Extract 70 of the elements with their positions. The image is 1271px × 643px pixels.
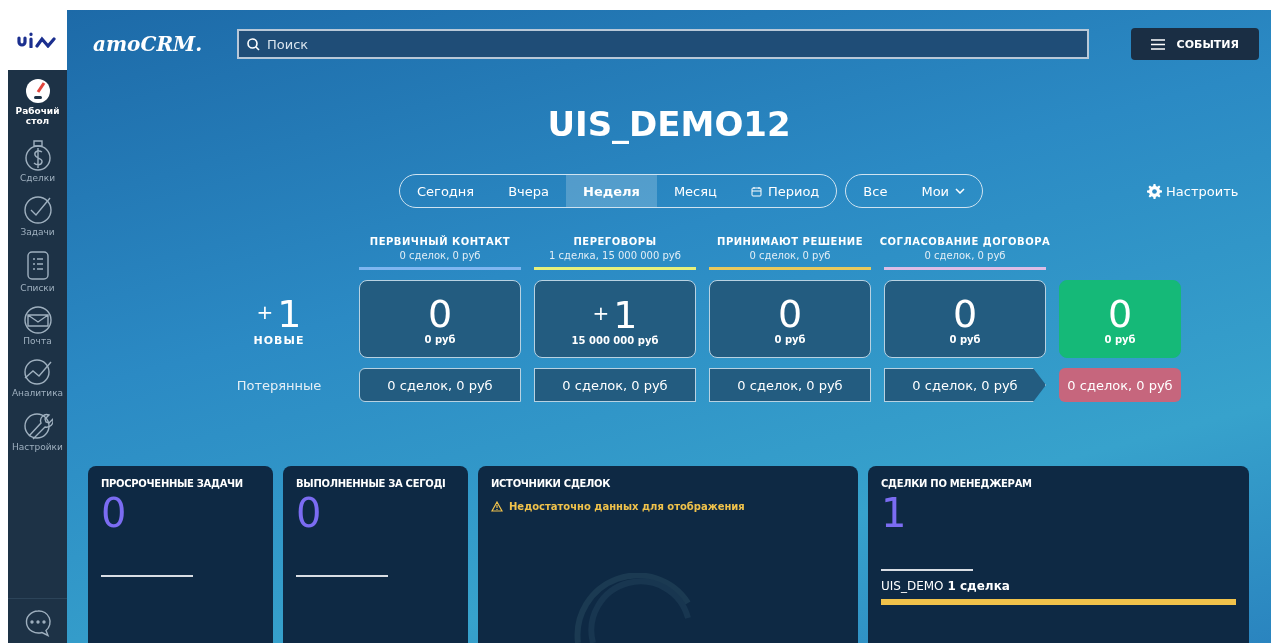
stage-lost: 0 сделок, 0 руб: [359, 368, 521, 402]
stage-card[interactable]: 0 0 руб: [884, 280, 1046, 358]
widget-title: СДЕЛКИ ПО МЕНЕДЖЕРАМ: [881, 478, 1032, 489]
stage-lost: 0 сделок, 0 руб: [709, 368, 871, 402]
calendar-icon: [750, 185, 762, 197]
widget-title: ИСТОЧНИКИ СДЕЛОК: [491, 478, 611, 489]
lost-card[interactable]: 0 сделок, 0 руб: [1059, 368, 1181, 402]
menu-icon: [1150, 38, 1165, 50]
manager-row-text: UIS_DEMO 1 сделка: [881, 579, 1011, 593]
stage-count: $^{+}$1: [592, 292, 638, 335]
nav-item[interactable]: Задачи: [8, 187, 67, 242]
configure-button[interactable]: Настроить: [1141, 182, 1245, 200]
nav-item[interactable]: Настройки: [8, 402, 67, 457]
filter-tab[interactable]: Все: [846, 175, 905, 207]
search-icon: [247, 38, 260, 51]
stage-card[interactable]: 0 0 руб: [359, 280, 521, 358]
brand-logo: amoCRM.: [92, 31, 204, 58]
events-button[interactable]: СОБЫТИЯ: [1130, 28, 1259, 60]
search-field[interactable]: Поиск: [237, 29, 1089, 59]
nav-item[interactable]: Аналитика: [8, 350, 67, 403]
new-deals-label: НОВЫЕ: [253, 333, 305, 347]
filter-tab[interactable]: Сегодня: [400, 175, 492, 207]
chart-line-icon: [21, 358, 54, 387]
settings-icon: [1147, 183, 1163, 199]
stage-card[interactable]: $^{+}$1 15 000 000 руб: [534, 280, 696, 358]
widget-value: 1: [881, 491, 908, 535]
stage-lost: 0 сделок, 0 руб: [884, 368, 1046, 402]
new-deals-count: $^{+}$1: [256, 291, 302, 334]
stage-summary: 0 сделок, 0 руб: [924, 250, 1006, 261]
widget-value: 0: [101, 491, 128, 535]
widget-value: 0: [296, 491, 323, 535]
stage-summary: 0 сделок, 0 руб: [749, 250, 831, 261]
envelope-icon: [22, 305, 53, 334]
chat-icon[interactable]: [23, 609, 52, 637]
stage-name: ПЕРВИЧНЫЙ КОНТАКТ: [369, 236, 511, 247]
stage-count: 0: [427, 293, 453, 334]
stage-name: СОГЛАСОВАНИЕ ДОГОВОРА: [879, 236, 1051, 247]
nav-item[interactable]: Почта: [8, 297, 67, 351]
filter-tab[interactable]: Мои: [904, 175, 983, 207]
widget-title: ВЫПОЛНЕННЫЕ ЗА СЕГОДІ: [296, 478, 446, 489]
lost-label: Потерянные: [235, 376, 323, 395]
stage-summary: 1 сделка, 15 000 000 руб: [549, 250, 681, 261]
won-count: 0: [1107, 293, 1133, 334]
won-amount: 0 руб: [1104, 333, 1136, 345]
stage-amount: 15 000 000 руб: [571, 334, 659, 346]
money-bag-icon: [23, 138, 52, 171]
widget-title: ПРОСРОЧЕННЫЕ ЗАДАЧИ: [101, 478, 243, 489]
stage-name: ПРИНИМАЮТ РЕШЕНИЕ: [717, 236, 863, 247]
stage-summary: 0 сделок, 0 руб: [399, 250, 481, 261]
warning-icon: [491, 501, 503, 512]
filter-tab[interactable]: Месяц: [656, 175, 734, 207]
checkmark-icon: [22, 195, 53, 226]
page-title: UIS_DEMO12: [546, 104, 792, 144]
stage-amount: 0 руб: [949, 333, 981, 345]
stage-amount: 0 руб: [424, 333, 456, 345]
chevron-down-icon: [955, 188, 966, 194]
stage-amount: 0 руб: [774, 333, 806, 345]
stage-count: 0: [777, 293, 803, 334]
stage-name: ПЕРЕГОВОРЫ: [573, 236, 657, 247]
nav-item[interactable]: Сделки: [8, 130, 67, 188]
stage-lost: 0 сделок, 0 руб: [534, 368, 696, 402]
warning-message: Недостаточно данных для отображения: [509, 501, 745, 512]
nav-item[interactable]: Рабочий стол: [8, 70, 67, 131]
filter-tab[interactable]: Вчера: [491, 175, 566, 207]
stage-card[interactable]: 0 0 руб: [709, 280, 871, 358]
gauge-icon: [24, 78, 51, 104]
filter-tab[interactable]: Период: [733, 175, 837, 207]
wrench-icon: [22, 410, 53, 441]
stage-count: 0: [952, 293, 978, 334]
nav-item[interactable]: Списки: [8, 241, 67, 298]
